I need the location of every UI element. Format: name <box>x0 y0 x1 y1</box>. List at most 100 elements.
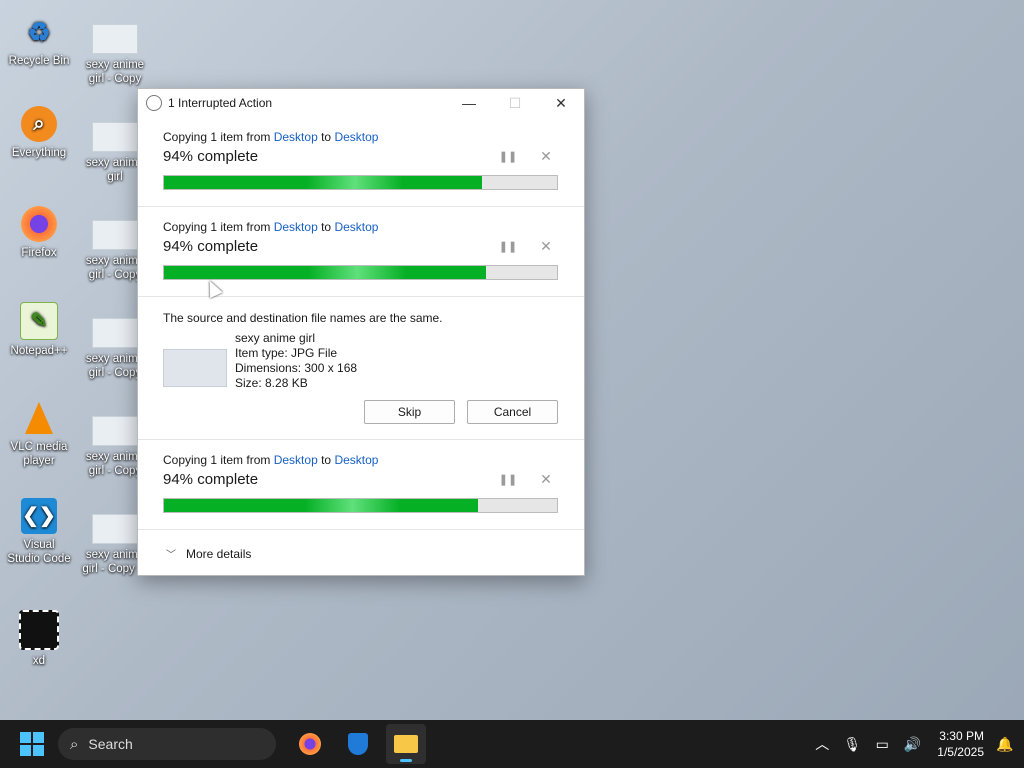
shield-icon <box>348 733 368 755</box>
copy-operation: Copying 1 item from Desktop to Desktop 9… <box>138 117 584 207</box>
source-link[interactable]: Desktop <box>274 130 318 144</box>
file-size: Size: 8.28 KB <box>235 376 308 390</box>
firefox-icon <box>299 733 321 755</box>
clock-time: 3:30 PM <box>939 729 984 743</box>
progress-percent: 94% complete <box>163 148 259 165</box>
source-link[interactable]: Desktop <box>274 453 318 467</box>
system-tray: ︿ 🎙 ▭ 🔊 3:30 PM 1/5/2025 🔔 <box>807 728 1024 760</box>
desktop-icon-label: xd <box>32 655 46 667</box>
desktop-icon-everything[interactable]: ⌕ Everything <box>6 106 72 160</box>
chevron-up-icon[interactable]: ︿ <box>807 734 837 754</box>
copy-operation: Copying 1 item from Desktop to Desktop 9… <box>138 440 584 530</box>
recycle-bin-icon: ♻ <box>27 17 51 47</box>
progress-fill <box>164 266 487 279</box>
file-dimensions: Dimensions: 300 x 168 <box>235 361 358 375</box>
image-thumbnail-icon <box>92 122 138 152</box>
progress-bar <box>163 265 558 280</box>
desktop-icon-label: Everything <box>11 147 67 159</box>
skip-button[interactable]: Skip <box>364 400 455 424</box>
more-details-label: More details <box>186 546 252 561</box>
desktop-icon-recycle-bin[interactable]: ♻ Recycle Bin <box>6 14 72 68</box>
progress-bar <box>163 498 558 513</box>
chevron-down-icon: ﹀ <box>166 550 176 561</box>
pause-icon[interactable]: ❚❚ <box>496 473 520 486</box>
desktop-icon-label: Recycle Bin <box>8 55 70 67</box>
clock-icon <box>146 95 162 111</box>
progress-percent: 94% complete <box>163 471 259 488</box>
everything-search-icon: ⌕ <box>21 106 57 142</box>
cancel-copy-icon[interactable]: ✕ <box>534 148 558 165</box>
image-thumbnail-icon <box>92 514 138 544</box>
minimize-button[interactable]: — <box>446 89 492 117</box>
image-thumbnail-icon <box>92 220 138 250</box>
volume-icon[interactable]: 🔊 <box>897 736 927 753</box>
file-operation-dialog: 1 Interrupted Action — ☐ ✕ Copying 1 ite… <box>137 88 585 576</box>
desktop-icon-label: Firefox <box>21 247 57 259</box>
to-word: to <box>321 453 332 467</box>
taskbar-file-explorer[interactable] <box>386 724 426 764</box>
desktop-file-label: sexy anime girl - Copy <box>85 59 145 85</box>
cancel-button[interactable]: Cancel <box>467 400 558 424</box>
taskbar-search-box[interactable]: ⌕ Search <box>58 728 276 760</box>
destination-link[interactable]: Desktop <box>334 130 378 144</box>
desktop-icon-firefox[interactable]: Firefox <box>6 206 72 260</box>
to-word: to <box>321 130 332 144</box>
copy-operation-description: Copying 1 item from Desktop to Desktop <box>163 207 558 234</box>
desktop-file-icon[interactable]: sexy anime girl - Copy <box>82 16 148 86</box>
vscode-icon: ❮❯ <box>21 498 57 534</box>
video-file-icon <box>19 610 59 650</box>
maximize-button: ☐ <box>508 94 522 111</box>
source-link[interactable]: Desktop <box>274 220 318 234</box>
pause-icon[interactable]: ❚❚ <box>496 150 520 163</box>
copy-operation-description: Copying 1 item from Desktop to Desktop <box>163 440 558 467</box>
file-thumbnail <box>163 349 227 387</box>
progress-fill <box>164 499 479 512</box>
firefox-icon <box>21 206 57 242</box>
taskbar-defender[interactable] <box>338 724 378 764</box>
desktop-icon-notepadpp[interactable]: ✎ Notepad++ <box>6 302 72 358</box>
to-word: to <box>321 220 332 234</box>
destination-link[interactable]: Desktop <box>334 453 378 467</box>
file-conflict-panel: The source and destination file names ar… <box>138 297 584 440</box>
desktop-icon-label: VLC media player <box>10 441 68 467</box>
more-details-toggle[interactable]: ﹀ More details <box>138 530 584 562</box>
search-icon: ⌕ <box>70 735 79 753</box>
notification-bell-icon[interactable]: 🔔 <box>990 736 1020 753</box>
desktop-icon-vscode[interactable]: ❮❯ Visual Studio Code <box>6 498 72 566</box>
destination-link[interactable]: Desktop <box>334 220 378 234</box>
vlc-cone-icon <box>21 400 57 436</box>
progress-percent: 94% complete <box>163 238 259 255</box>
windows-start-icon[interactable] <box>20 732 44 756</box>
copy-operation-description: Copying 1 item from Desktop to Desktop <box>163 117 558 144</box>
microphone-icon[interactable]: 🎙 <box>837 736 867 753</box>
desktop-icon-xd[interactable]: xd <box>6 610 72 668</box>
search-label: Search <box>88 736 133 752</box>
taskbar: ⌕ Search ︿ 🎙 ▭ 🔊 3:30 PM 1/5/2025 🔔 <box>0 720 1024 768</box>
pause-icon[interactable]: ❚❚ <box>496 240 520 253</box>
copy-prefix: Copying 1 item from <box>163 453 271 467</box>
notepadpp-icon: ✎ <box>20 302 58 340</box>
taskbar-firefox[interactable] <box>290 724 330 764</box>
image-thumbnail-icon <box>92 416 138 446</box>
progress-bar <box>163 175 558 190</box>
close-button[interactable]: ✕ <box>538 89 584 117</box>
progress-fill <box>164 176 483 189</box>
cancel-copy-icon[interactable]: ✕ <box>534 238 558 255</box>
file-name: sexy anime girl <box>235 331 316 345</box>
network-icon[interactable]: ▭ <box>867 736 897 753</box>
copy-prefix: Copying 1 item from <box>163 130 271 144</box>
conflict-file-info: sexy anime girl Item type: JPG File Dime… <box>163 331 558 391</box>
conflict-message: The source and destination file names ar… <box>163 311 443 325</box>
file-type: Item type: JPG File <box>235 346 338 360</box>
image-thumbnail-icon <box>92 318 138 348</box>
taskbar-clock[interactable]: 3:30 PM 1/5/2025 <box>937 728 984 760</box>
cancel-copy-icon[interactable]: ✕ <box>534 471 558 488</box>
desktop-icon-label: Visual Studio Code <box>7 539 71 565</box>
folder-icon <box>394 735 418 753</box>
desktop-icon-vlc[interactable]: VLC media player <box>6 400 72 468</box>
clock-date: 1/5/2025 <box>937 745 984 759</box>
copy-prefix: Copying 1 item from <box>163 220 271 234</box>
image-thumbnail-icon <box>92 24 138 54</box>
dialog-titlebar[interactable]: 1 Interrupted Action — ☐ ✕ <box>138 89 584 117</box>
dialog-title: 1 Interrupted Action <box>168 96 273 110</box>
